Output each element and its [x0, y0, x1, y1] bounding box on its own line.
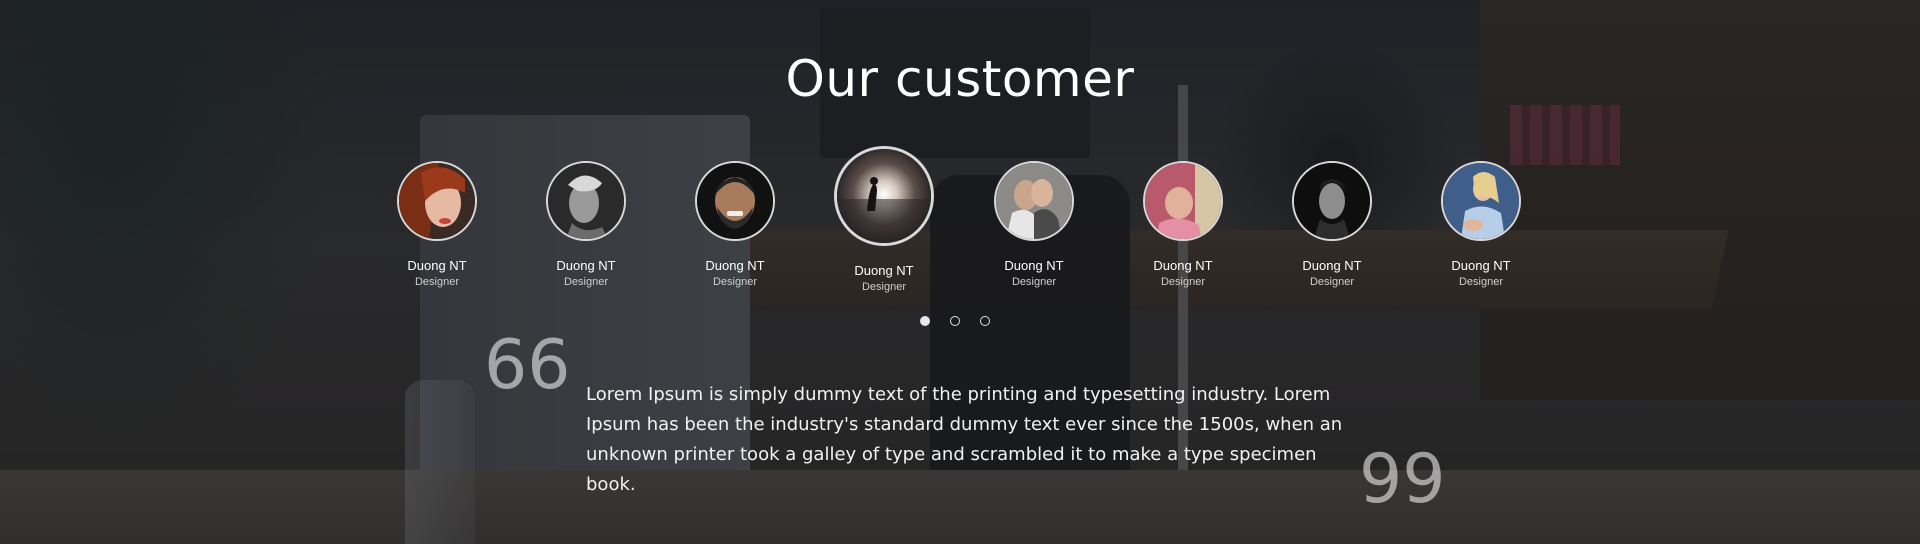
customer-name: Duong NT	[1153, 258, 1213, 273]
customer-card[interactable]: Duong NT Designer	[362, 161, 512, 288]
pagination-dot-3[interactable]	[980, 316, 990, 326]
customer-role: Designer	[712, 276, 758, 288]
customer-avatar	[994, 161, 1074, 241]
customer-name: Duong NT	[1004, 258, 1064, 273]
customer-role: Designer	[1011, 276, 1057, 288]
customer-card[interactable]: Duong NT Designer	[1108, 161, 1258, 288]
customer-role: Designer	[1309, 276, 1355, 288]
customer-role: Designer	[1160, 276, 1206, 288]
customer-avatar	[695, 161, 775, 241]
carousel-pagination	[920, 316, 990, 326]
testimonial-text: Lorem Ipsum is simply dummy text of the …	[586, 384, 1343, 495]
customer-name: Duong NT	[854, 263, 914, 278]
customer-name: Duong NT	[407, 258, 467, 273]
customer-avatar	[834, 146, 934, 246]
open-quote-mark: 66	[484, 326, 571, 405]
customer-avatar	[1292, 161, 1372, 241]
close-quote-mark: 99	[1359, 440, 1446, 519]
customer-card[interactable]: Duong NT Designer	[1257, 161, 1407, 288]
customer-avatar	[1441, 161, 1521, 241]
customer-card[interactable]: Duong NT Designer	[511, 161, 661, 288]
customer-avatar	[1143, 161, 1223, 241]
pagination-dot-2[interactable]	[950, 316, 960, 326]
customer-card-active[interactable]: Duong NT Designer	[809, 146, 959, 293]
customer-name: Duong NT	[1451, 258, 1511, 273]
testimonial-section: Our customer Duong NT Designer Duong NT …	[0, 0, 1920, 544]
customer-avatar	[546, 161, 626, 241]
customer-name: Duong NT	[1302, 258, 1362, 273]
customer-role: Designer	[563, 276, 609, 288]
pagination-dot-1[interactable]	[920, 316, 930, 326]
customer-name: Duong NT	[705, 258, 765, 273]
customer-role: Designer	[1458, 276, 1504, 288]
customer-card[interactable]: Duong NT Designer	[660, 161, 810, 288]
customer-carousel: Duong NT Designer Duong NT Designer Duon…	[0, 0, 1920, 300]
customer-name: Duong NT	[556, 258, 616, 273]
customer-card[interactable]: Duong NT Designer	[1406, 161, 1556, 288]
customer-role: Designer	[861, 281, 907, 293]
customer-role: Designer	[414, 276, 460, 288]
customer-card[interactable]: Duong NT Designer	[959, 161, 1109, 288]
customer-avatar	[397, 161, 477, 241]
